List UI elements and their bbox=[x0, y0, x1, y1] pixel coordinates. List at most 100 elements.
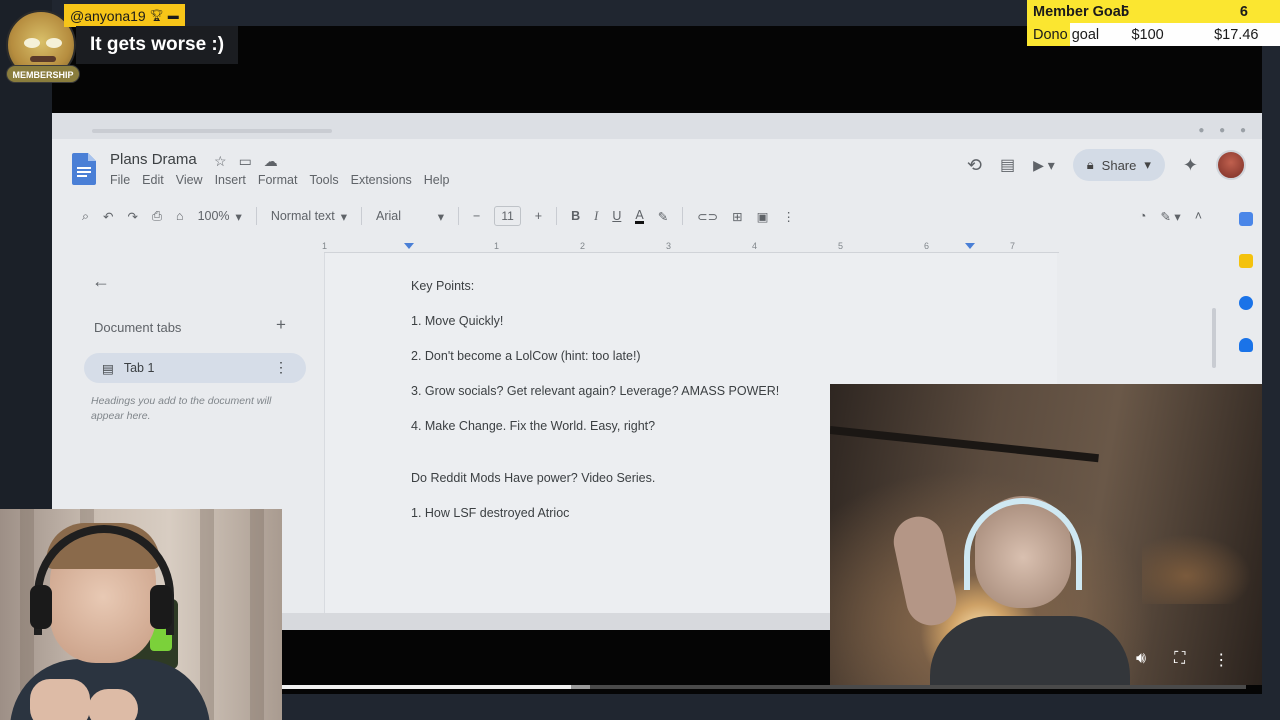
history-icon[interactable]: ⟲ bbox=[967, 155, 982, 176]
menu-format[interactable]: Format bbox=[258, 173, 298, 187]
search-menus-icon[interactable]: ⌕ bbox=[82, 209, 89, 224]
chevron-down-icon[interactable]: ▾ bbox=[1144, 157, 1151, 173]
calendar-icon[interactable] bbox=[1239, 212, 1253, 226]
font-select[interactable]: Arial ▾ bbox=[376, 209, 444, 224]
chat-username: @anyona19 🏆︎ ▬ bbox=[64, 4, 185, 27]
more-icon[interactable]: ⋮ bbox=[782, 209, 795, 224]
tasks-icon[interactable] bbox=[1239, 296, 1253, 310]
cloud-status-icon[interactable]: ☁ bbox=[264, 153, 278, 170]
divider bbox=[458, 207, 460, 225]
meet-icon[interactable]: ▶ ▾ bbox=[1033, 157, 1055, 174]
menu-insert[interactable]: Insert bbox=[215, 173, 246, 187]
more-options-icon[interactable]: ⋮ bbox=[1213, 650, 1229, 670]
undo-icon[interactable]: ↶ bbox=[103, 209, 113, 224]
account-avatar[interactable] bbox=[1216, 150, 1246, 180]
collapse-icon[interactable]: ˄ bbox=[1195, 209, 1202, 223]
share-label: Share bbox=[1101, 157, 1137, 173]
decrease-font-icon[interactable]: − bbox=[473, 209, 480, 223]
right-indent-marker[interactable] bbox=[965, 243, 975, 249]
print-icon[interactable]: ⎙ bbox=[152, 209, 162, 224]
increase-font-icon[interactable]: + bbox=[535, 209, 542, 223]
paint-format-icon[interactable]: ⌂ bbox=[176, 209, 184, 223]
font-value: Arial bbox=[376, 209, 402, 223]
menu-file[interactable]: File bbox=[110, 173, 130, 187]
member-goal-row: Member Goal 6 5 bbox=[1027, 0, 1280, 23]
back-arrow-icon[interactable]: ← bbox=[92, 271, 110, 292]
avatar-eye bbox=[46, 38, 62, 48]
headings-hint: Headings you add to the document will ap… bbox=[91, 395, 272, 422]
ruler-tick: 3 bbox=[666, 241, 672, 251]
doc-line: 4. Make Change. Fix the World. Easy, rig… bbox=[411, 419, 656, 433]
move-folder-icon[interactable]: ▭ bbox=[239, 153, 252, 170]
style-select[interactable]: Normal text ▾ bbox=[271, 209, 347, 224]
zoom-select[interactable]: 100% ▾ bbox=[198, 209, 242, 224]
ruler-tick: 4 bbox=[752, 241, 758, 251]
add-tab-icon[interactable]: + bbox=[276, 315, 286, 335]
ruler-tick: 1 bbox=[494, 241, 500, 251]
comments-icon[interactable]: ▤ bbox=[1000, 155, 1015, 175]
volume-icon[interactable]: 🔊︎ bbox=[1136, 650, 1146, 670]
keep-icon[interactable] bbox=[1239, 254, 1253, 268]
menu-edit[interactable]: Edit bbox=[142, 173, 164, 187]
doc-line: 2. Don't become a LolCow (hint: too late… bbox=[411, 349, 641, 363]
doc-line: Key Points: bbox=[411, 279, 475, 293]
gemini-icon[interactable]: ✦ bbox=[1183, 155, 1198, 176]
italic-icon[interactable]: I bbox=[594, 209, 598, 224]
guest-person bbox=[889, 496, 1130, 685]
mode-icon[interactable]: ◔ bbox=[1139, 209, 1147, 223]
ruler-tick: 5 bbox=[838, 241, 844, 251]
menu-view[interactable]: View bbox=[176, 173, 203, 187]
fullscreen-icon[interactable]: ⛶ bbox=[1174, 650, 1185, 670]
dono-goal-label: Dono goal bbox=[1033, 26, 1100, 43]
docs-logo-icon[interactable] bbox=[72, 153, 96, 185]
divider bbox=[361, 207, 363, 225]
document-title[interactable]: Plans Drama bbox=[110, 151, 197, 168]
redo-icon[interactable]: ↷ bbox=[128, 209, 138, 224]
username-text: @anyona19 bbox=[70, 7, 146, 24]
contacts-icon[interactable] bbox=[1239, 338, 1253, 352]
left-indent-marker[interactable] bbox=[404, 243, 414, 249]
insert-link-icon[interactable]: ⊂⊃ bbox=[697, 209, 718, 224]
lock-icon: 🔒︎ bbox=[1086, 157, 1094, 172]
ruler-tick: 2 bbox=[580, 241, 586, 251]
trophy-icon: 🏆︎ bbox=[149, 10, 164, 22]
menu-extensions[interactable]: Extensions bbox=[351, 173, 412, 187]
editing-mode-icon[interactable]: ✎ ▾ bbox=[1160, 209, 1180, 224]
zoom-value: 100% bbox=[197, 209, 230, 223]
membership-badge: MEMBERSHIP bbox=[6, 65, 80, 83]
add-comment-icon[interactable]: ⊞ bbox=[732, 209, 742, 224]
member-goal-current: 6 bbox=[1239, 3, 1248, 20]
chevron-down-icon: ▾ bbox=[235, 209, 242, 224]
member-goal-target: 5 bbox=[1120, 3, 1130, 20]
bold-icon[interactable]: B bbox=[571, 209, 580, 223]
style-value: Normal text bbox=[270, 209, 335, 223]
headset-earcup bbox=[150, 585, 172, 629]
tab-item-1[interactable]: ▤ Tab 1 ⋮ bbox=[84, 353, 306, 383]
guest-body bbox=[930, 616, 1130, 685]
menu-tools[interactable]: Tools bbox=[309, 173, 338, 187]
star-icon[interactable]: ☆ bbox=[214, 153, 227, 170]
dono-goal-current: $17.46 bbox=[1214, 26, 1259, 43]
ruler[interactable]: 1 1 2 3 4 5 6 7 bbox=[322, 237, 1059, 253]
font-size-input[interactable]: 11 bbox=[494, 206, 521, 226]
underline-icon[interactable]: U bbox=[612, 209, 621, 223]
tab-options-icon[interactable]: ⋮ bbox=[274, 359, 288, 376]
scrollbar[interactable] bbox=[1212, 308, 1216, 368]
tab-label: Tab 1 bbox=[123, 361, 155, 375]
divider bbox=[682, 207, 684, 225]
menu-help[interactable]: Help bbox=[424, 173, 450, 187]
taskbar bbox=[282, 613, 832, 630]
progress-bar[interactable] bbox=[282, 685, 1246, 689]
divider bbox=[556, 207, 558, 225]
formatting-toolbar: ⌕ ↶ ↷ ⎙ ⌂ 100% ▾ Normal text ▾ Arial ▾ − 11… bbox=[62, 201, 1202, 231]
title-actions: ☆ ▭ ☁ bbox=[214, 153, 278, 170]
chevron-down-icon: ▾ bbox=[340, 209, 348, 224]
window-controls: ● ● ● bbox=[1198, 125, 1252, 136]
text-color-icon[interactable]: A bbox=[635, 208, 644, 224]
flag-icon: ▬ bbox=[167, 9, 179, 22]
highlight-icon[interactable]: ✎ bbox=[658, 209, 668, 224]
insert-image-icon[interactable]: ▣ bbox=[757, 209, 769, 224]
shelf-figures bbox=[1142, 534, 1252, 604]
avatar-eye bbox=[24, 38, 40, 48]
share-button[interactable]: 🔒︎ Share ▾ bbox=[1072, 149, 1165, 181]
